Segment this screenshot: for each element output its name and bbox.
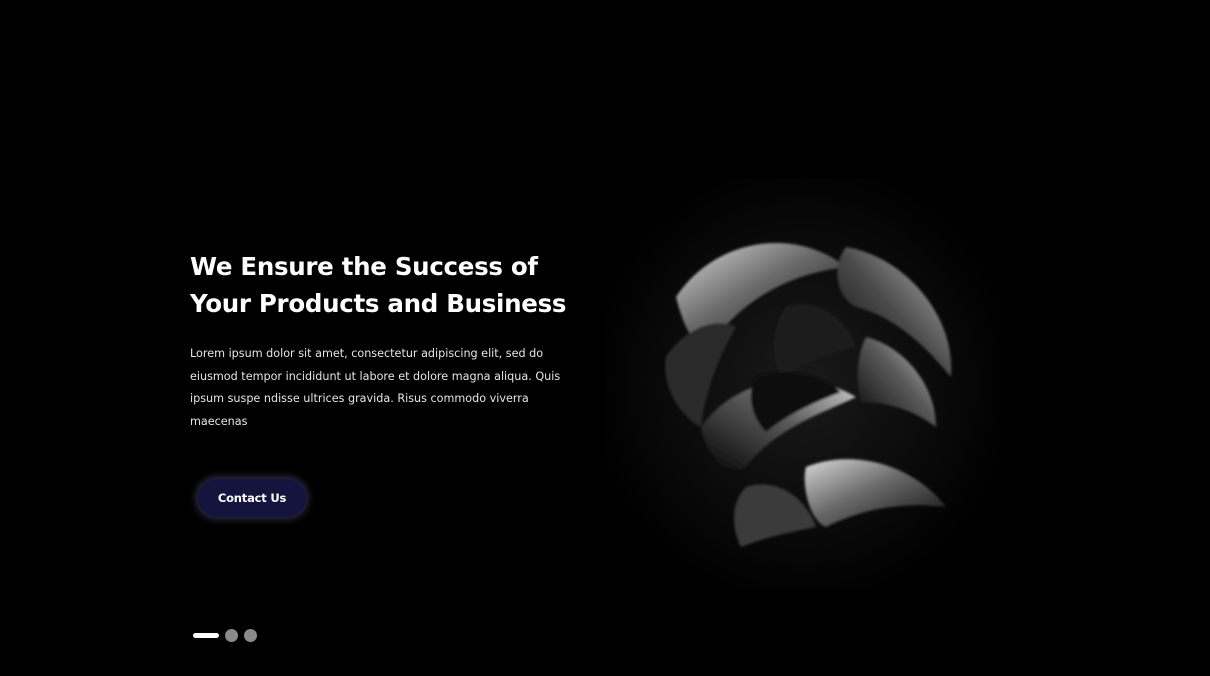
slider-dot-1[interactable] (193, 633, 219, 638)
hero-content: We Ensure the Success of Your Products a… (190, 248, 590, 433)
slider-dot-3[interactable] (244, 629, 257, 642)
slider-pagination (193, 629, 257, 642)
hero-title: We Ensure the Success of Your Products a… (190, 252, 567, 318)
abstract-woven-sculpture-image (606, 177, 1000, 589)
contact-us-button[interactable]: Contact Us (198, 479, 306, 517)
slider-dot-2[interactable] (225, 629, 238, 642)
hero-description: Lorem ipsum dolor sit amet, consectetur … (190, 347, 561, 428)
hero-section: We Ensure the Success of Your Products a… (0, 0, 1210, 676)
